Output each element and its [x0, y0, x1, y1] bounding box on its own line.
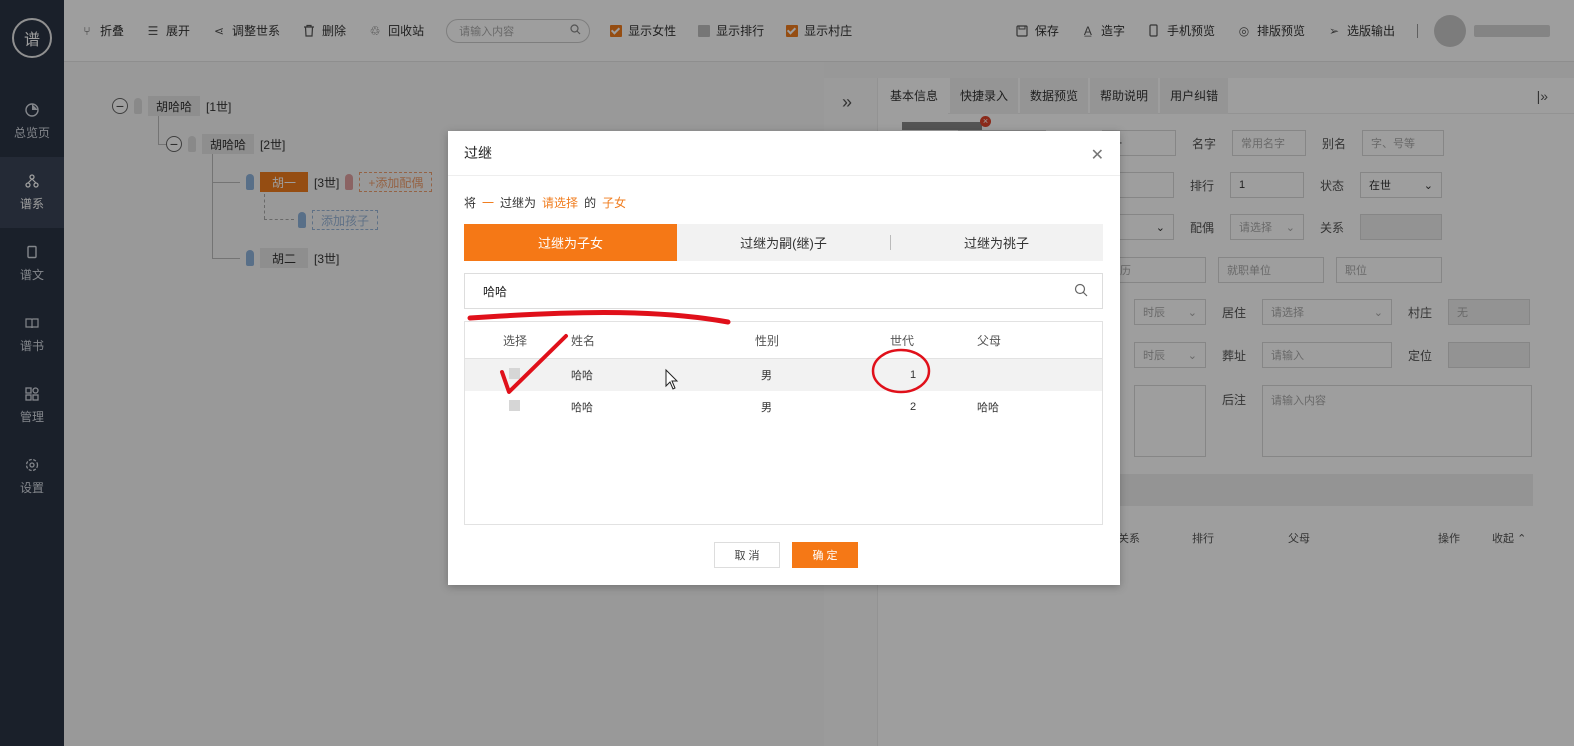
- row-name: 哈哈: [571, 370, 593, 382]
- col-name: 姓名: [571, 333, 596, 348]
- desc-text: 的: [584, 196, 597, 210]
- col-sex: 性别: [755, 333, 780, 348]
- desc-target: 请选择: [542, 196, 579, 210]
- person-search-input[interactable]: 哈哈: [464, 273, 1103, 309]
- col-select: 选择: [503, 333, 528, 348]
- desc-person: 一: [482, 196, 495, 210]
- table-row[interactable]: 哈哈 男 2 哈哈: [465, 391, 1102, 423]
- result-table: 选择 姓名 性别 世代 父母 哈哈 男 1 哈哈 男 2 哈哈: [464, 321, 1103, 525]
- desc-text: 过继为: [500, 196, 537, 210]
- row-generation: 1: [910, 369, 917, 381]
- close-icon[interactable]: ✕: [1091, 145, 1104, 165]
- tab-adopt-as-child[interactable]: 过继为子女: [464, 224, 677, 261]
- desc-role: 子女: [602, 196, 627, 210]
- row-parents: 哈哈: [977, 402, 999, 414]
- row-generation: 2: [910, 401, 917, 413]
- row-name: 哈哈: [571, 402, 593, 414]
- row-sex: 男: [761, 370, 772, 382]
- adoption-dialog: 过继 ✕ 将 一 过继为 请选择 的 子女 过继为子女 过继为嗣(继)子 过继为…: [448, 131, 1120, 585]
- dialog-description: 将 一 过继为 请选择 的 子女: [448, 194, 1120, 211]
- tab-adopt-as-tiao[interactable]: 过继为祧子: [890, 224, 1103, 261]
- tab-adopt-as-heir[interactable]: 过继为嗣(继)子: [677, 224, 890, 261]
- cancel-button[interactable]: 取 消: [714, 542, 780, 568]
- confirm-button[interactable]: 确 定: [792, 542, 858, 568]
- row-checkbox[interactable]: [509, 368, 520, 379]
- adoption-type-tabs: 过继为子女 过继为嗣(继)子 过继为祧子: [464, 224, 1103, 261]
- col-parents: 父母: [977, 333, 1002, 348]
- row-checkbox[interactable]: [509, 400, 520, 411]
- row-sex: 男: [761, 402, 772, 414]
- dialog-title: 过继: [448, 131, 1120, 176]
- search-icon[interactable]: [1074, 283, 1088, 300]
- desc-text: 将: [464, 196, 477, 210]
- col-generation: 世代: [890, 333, 915, 348]
- table-row[interactable]: 哈哈 男 1: [465, 359, 1102, 391]
- search-value: 哈哈: [483, 284, 508, 299]
- table-header: 选择 姓名 性别 世代 父母: [465, 322, 1102, 359]
- dialog-actions: 取 消 确 定: [714, 542, 858, 568]
